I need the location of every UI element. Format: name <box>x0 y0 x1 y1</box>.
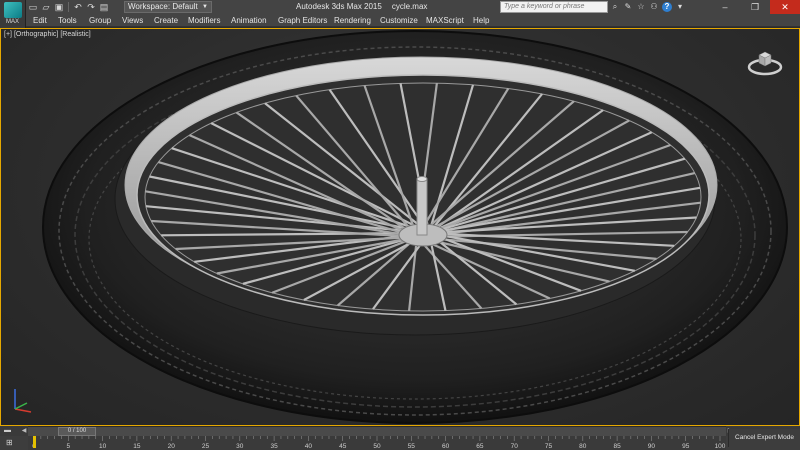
favorites-star-icon[interactable]: ☆ <box>636 2 646 12</box>
app-name: Autodesk 3ds Max 2015 <box>296 2 382 11</box>
menu-rendering[interactable]: Rendering <box>334 14 371 27</box>
axis-tripod-icon <box>14 389 32 413</box>
hub-axle <box>416 178 428 236</box>
quick-access-toolbar: ▭ ▱ ▣ ↶ ↷ ▤ <box>28 1 109 13</box>
x-axis-icon <box>14 408 32 413</box>
time-slider[interactable]: 0 / 100 <box>28 426 726 436</box>
cancel-expert-mode-button[interactable]: Cancel Expert Mode <box>728 429 800 447</box>
ruler-tick-label: 100 <box>715 443 726 450</box>
chevron-down-icon: ▼ <box>202 4 208 10</box>
current-frame-marker <box>33 436 36 448</box>
menu-group[interactable]: Group <box>89 14 111 27</box>
file-name: cycle.max <box>391 2 428 11</box>
undo-icon[interactable]: ↶ <box>73 2 83 12</box>
ruler-tick-label: 20 <box>168 443 176 450</box>
menu-help[interactable]: Help <box>473 14 489 27</box>
workspace-dropdown[interactable]: Workspace: Default ▼ <box>124 1 212 13</box>
menu-create[interactable]: Create <box>154 14 178 27</box>
hub-axle-cap <box>416 176 428 182</box>
application-menu-button[interactable]: MAX <box>0 0 26 28</box>
ruler-tick-label: 60 <box>442 443 450 450</box>
project-folder-icon[interactable]: ▤ <box>99 2 109 12</box>
workspace-label: Workspace: Default <box>128 2 198 11</box>
info-center-toolbar: ⌕ ✎ ☆ ⚇ ? ▾ <box>610 1 685 13</box>
viewport-view-label[interactable]: [Orthographic] <box>14 31 58 38</box>
menu-bar: Edit Tools Group Views Create Modifiers … <box>0 14 800 27</box>
max-logo-icon <box>3 2 22 18</box>
time-slider-row: ▬ ◀ 0 / 100 ▶ <box>0 426 800 436</box>
bicycle-wheel-model <box>42 30 788 424</box>
ruler-tick-label: 70 <box>511 443 519 450</box>
new-file-icon[interactable]: ▭ <box>28 2 38 12</box>
track-bar-icon[interactable]: ⊞ <box>6 438 20 448</box>
ruler-tick-label: 55 <box>408 443 416 450</box>
help-icon[interactable]: ? <box>662 2 672 12</box>
ruler-tick-label: 85 <box>613 443 621 450</box>
previous-frame-icon[interactable]: ◀ <box>20 426 28 436</box>
menu-customize[interactable]: Customize <box>380 14 418 27</box>
viewport-shading-label[interactable]: [Realistic] <box>60 31 90 38</box>
communication-center-icon[interactable]: ✎ <box>623 2 633 12</box>
perspective-viewport[interactable]: [+] [Orthographic] [Realistic] <box>0 28 800 426</box>
y-axis-icon <box>14 402 28 410</box>
menu-maxscript[interactable]: MAXScript <box>426 14 464 27</box>
close-button[interactable]: ✕ <box>770 0 800 14</box>
menu-views[interactable]: Views <box>122 14 143 27</box>
ruler-tick-label: 30 <box>236 443 244 450</box>
open-mini-curve-editor-icon[interactable]: ▬ <box>4 427 20 435</box>
ruler-tick-label: 10 <box>99 443 107 450</box>
maximize-button[interactable]: ❐ <box>740 0 770 14</box>
viewport-menu-label[interactable]: [+] <box>4 31 12 38</box>
track-bar[interactable]: 0510152025303540455055606570758085909510… <box>28 436 726 450</box>
menu-edit[interactable]: Edit <box>33 14 47 27</box>
viewport-label[interactable]: [+] [Orthographic] [Realistic] <box>4 31 91 38</box>
viewcube-icon[interactable] <box>745 47 785 77</box>
search-input[interactable]: Type a keyword or phrase <box>500 1 608 13</box>
timeline-panel: ▬ ◀ 0 / 100 ▶ ⊞ 051015202530354045505560… <box>0 426 800 450</box>
menu-graph-editors[interactable]: Graph Editors <box>278 14 327 27</box>
menu-tools[interactable]: Tools <box>58 14 77 27</box>
ruler-tick-label: 90 <box>648 443 656 450</box>
ruler-tick-label: 80 <box>579 443 587 450</box>
time-slider-thumb[interactable]: 0 / 100 <box>58 427 96 436</box>
logo-label: MAX <box>5 19 19 25</box>
frame-ruler: 0510152025303540455055606570758085909510… <box>32 436 726 450</box>
menu-animation[interactable]: Animation <box>231 14 267 27</box>
ruler-tick-label: 25 <box>202 443 210 450</box>
ruler-tick-label: 45 <box>339 443 347 450</box>
help-dropdown-icon[interactable]: ▾ <box>675 2 685 12</box>
title-bar: MAX ▭ ▱ ▣ ↶ ↷ ▤ Workspace: Default ▼ Aut… <box>0 0 800 28</box>
sign-in-icon[interactable]: ⚇ <box>649 2 659 12</box>
window-controls: – ❐ ✕ <box>710 0 800 14</box>
ruler-tick-label: 15 <box>133 443 141 450</box>
save-icon[interactable]: ▣ <box>54 2 64 12</box>
toolbar-separator <box>68 2 69 12</box>
binoculars-icon[interactable]: ⌕ <box>610 2 620 12</box>
open-file-icon[interactable]: ▱ <box>41 2 51 12</box>
redo-icon[interactable]: ↷ <box>86 2 96 12</box>
ruler-tick-label: 75 <box>545 443 553 450</box>
menu-modifiers[interactable]: Modifiers <box>188 14 220 27</box>
minimize-button[interactable]: – <box>710 0 740 14</box>
ruler-tick-label: 35 <box>270 443 278 450</box>
ruler-tick-label: 5 <box>66 443 70 450</box>
window-title: Autodesk 3ds Max 2015 cycle.max <box>296 1 427 13</box>
ruler-tick-label: 65 <box>476 443 484 450</box>
ruler-tick-label: 40 <box>305 443 313 450</box>
ruler-tick-label: 95 <box>682 443 690 450</box>
app-window: MAX ▭ ▱ ▣ ↶ ↷ ▤ Workspace: Default ▼ Aut… <box>0 0 800 450</box>
ruler-tick-label: 50 <box>373 443 381 450</box>
